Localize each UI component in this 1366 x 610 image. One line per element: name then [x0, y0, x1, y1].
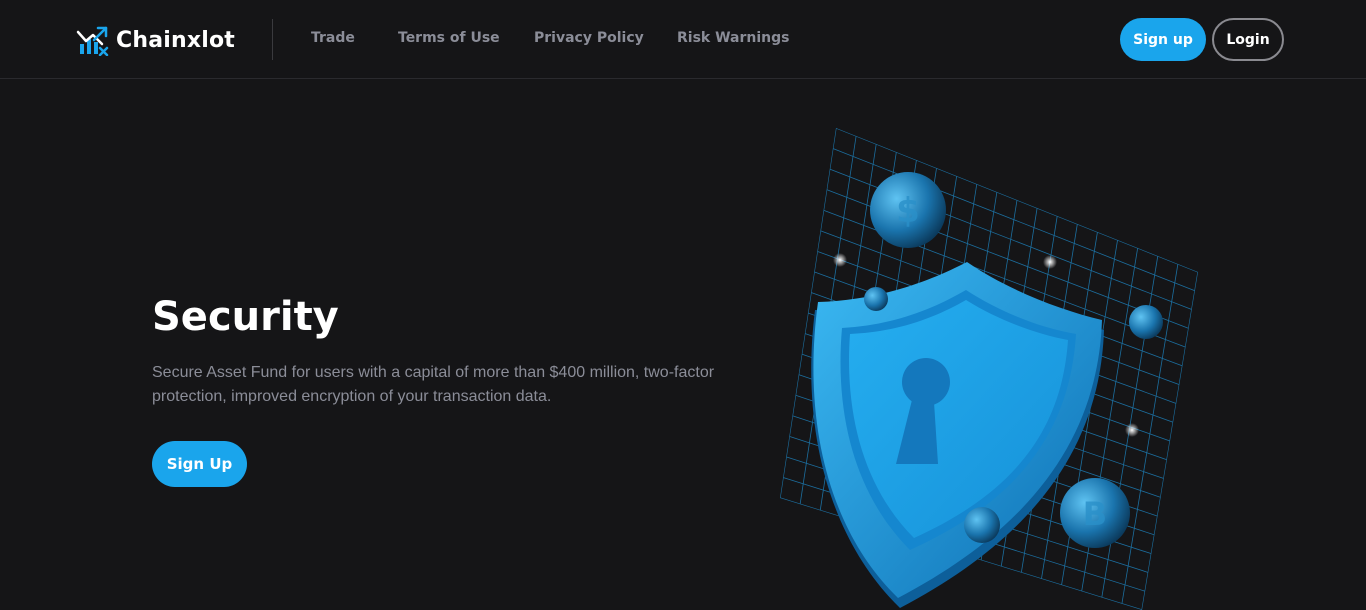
header-divider	[272, 19, 273, 60]
svg-text:$: $	[896, 191, 920, 231]
security-shield-lock-icon: $ B	[780, 128, 1198, 610]
nav-privacy-policy[interactable]: Privacy Policy	[534, 30, 644, 46]
nav-risk-warnings[interactable]: Risk Warnings	[677, 30, 789, 46]
hero-title: Security	[152, 294, 339, 340]
site-header: Chainxlot Trade Terms of Use Privacy Pol…	[0, 0, 1366, 79]
brand-logo[interactable]: Chainxlot	[76, 24, 235, 56]
shield	[811, 262, 1104, 608]
brand-name: Chainxlot	[116, 27, 236, 53]
hero-description: Secure Asset Fund for users with a capit…	[152, 364, 715, 405]
signup-button[interactable]: Sign up	[1120, 18, 1206, 61]
nav-trade[interactable]: Trade	[311, 30, 355, 46]
svg-text:B: B	[1083, 495, 1107, 533]
hero-signup-button[interactable]: Sign Up	[152, 441, 247, 487]
login-button[interactable]: Login	[1212, 18, 1284, 61]
nav-terms-of-use[interactable]: Terms of Use	[398, 30, 500, 46]
chart-trend-icon	[76, 26, 109, 56]
